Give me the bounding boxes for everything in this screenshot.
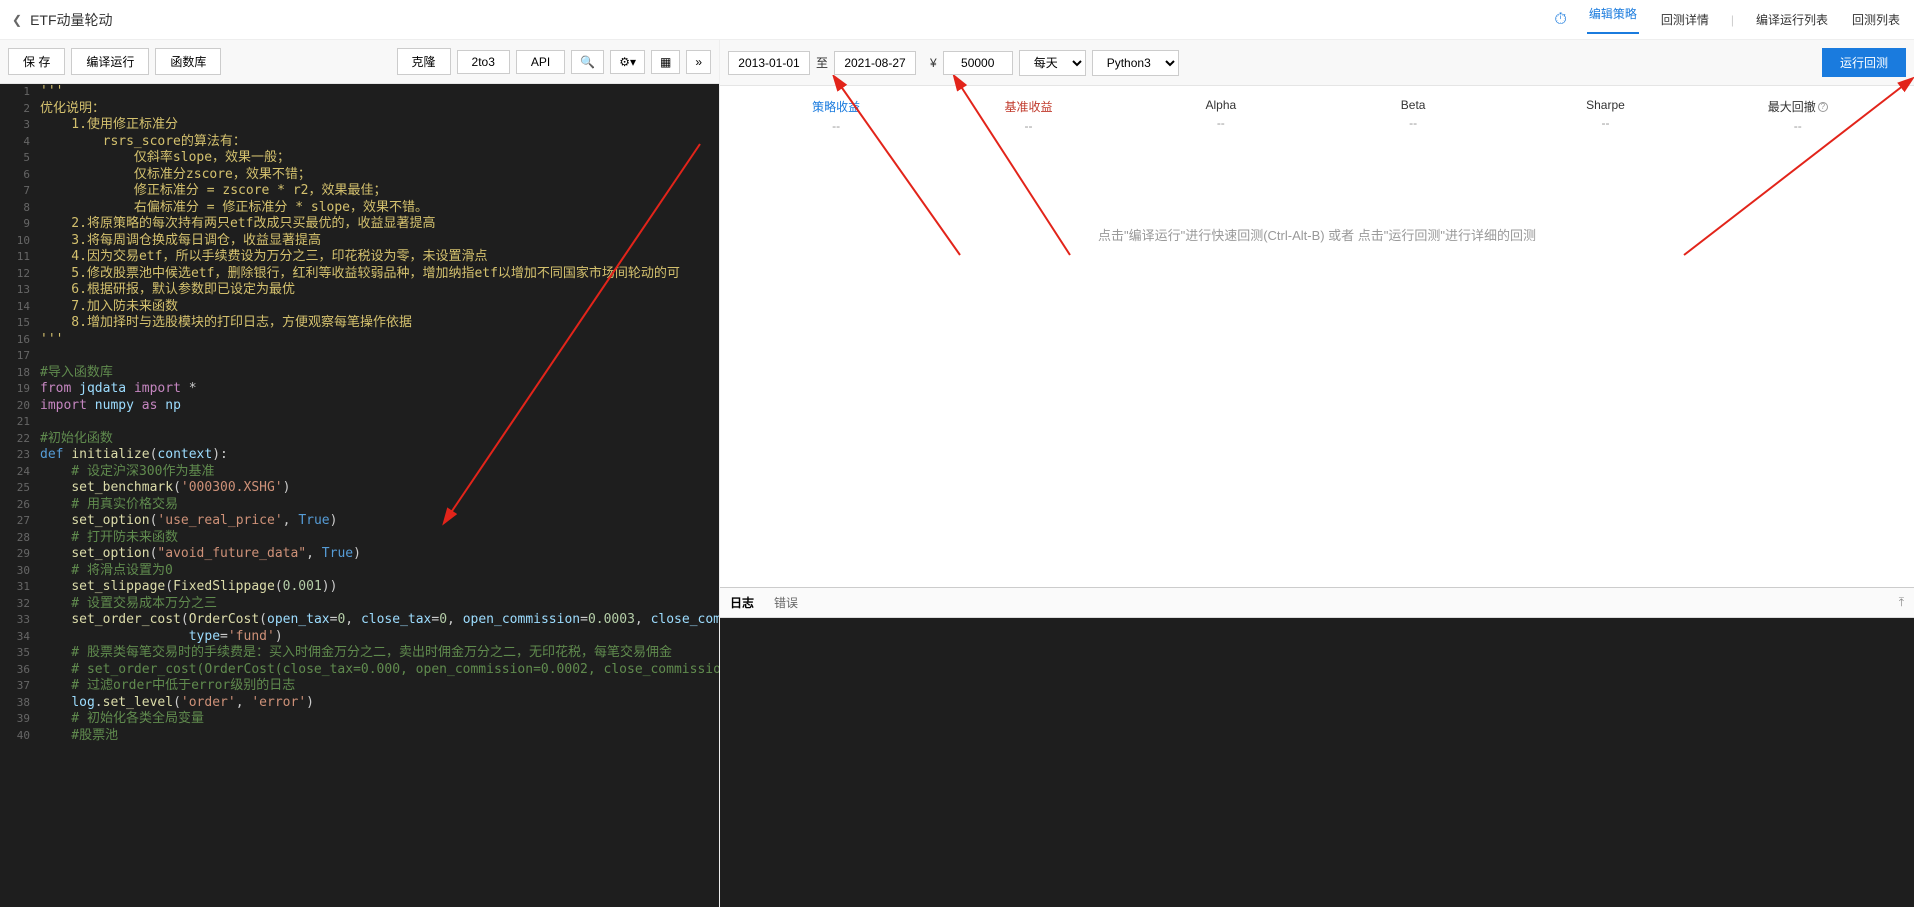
save-button[interactable]: 保 存 bbox=[8, 48, 65, 75]
metric-sharpe: Sharpe bbox=[1509, 98, 1701, 112]
metrics-row: 策略收益-- 基准收益-- Alpha-- Beta-- Sharpe-- 最大… bbox=[720, 86, 1914, 145]
log-tab-error[interactable]: 错误 bbox=[774, 592, 798, 613]
compile-button[interactable]: 编译运行 bbox=[71, 48, 149, 75]
metric-alpha: Alpha bbox=[1125, 98, 1317, 112]
run-backtest-button[interactable]: 运行回测 bbox=[1822, 48, 1906, 77]
timer-icon[interactable]: ⏱ bbox=[1554, 11, 1566, 29]
expand-icon[interactable]: ⤒ bbox=[1899, 595, 1904, 610]
date-from-input[interactable] bbox=[728, 51, 810, 75]
tab-edit-strategy[interactable]: 编辑策略 bbox=[1587, 5, 1639, 34]
search-icon[interactable]: 🔍 bbox=[571, 50, 604, 74]
help-icon[interactable]: ? bbox=[1818, 102, 1828, 112]
tab-backtest-detail[interactable]: 回测详情 bbox=[1659, 11, 1711, 28]
tab-backtest-list[interactable]: 回测列表 bbox=[1850, 11, 1902, 28]
metric-benchmark-return: 基准收益 bbox=[932, 98, 1124, 115]
metric-max-drawdown: 最大回撤? bbox=[1702, 98, 1894, 115]
hint-text: 点击"编译运行"进行快速回测(Ctrl-Alt-B) 或者 点击"运行回测"进行… bbox=[1098, 225, 1536, 244]
api-button[interactable]: API bbox=[516, 50, 565, 74]
currency-symbol: ¥ bbox=[930, 56, 937, 70]
grid-icon[interactable]: ▦ bbox=[651, 50, 680, 74]
date-to-input[interactable] bbox=[834, 51, 916, 75]
params-bar: 至 ¥ 每天 Python3 运行回测 bbox=[720, 40, 1914, 86]
line-gutter: 12345 678910 1112131415 1617181920 21222… bbox=[0, 84, 36, 744]
page-title: ETF动量轮动 bbox=[30, 10, 112, 30]
more-icon[interactable]: » bbox=[686, 50, 711, 74]
date-separator: 至 bbox=[816, 54, 828, 71]
back-icon[interactable]: ❮ bbox=[12, 13, 22, 27]
left-panel: 保 存 编译运行 函数库 克隆 2to3 API 🔍 ⚙▾ ▦ » 12345 … bbox=[0, 40, 720, 907]
capital-input[interactable] bbox=[943, 51, 1013, 75]
hint-area: 点击"编译运行"进行快速回测(Ctrl-Alt-B) 或者 点击"运行回测"进行… bbox=[720, 145, 1914, 587]
tab-compile-list[interactable]: 编译运行列表 bbox=[1754, 11, 1830, 28]
frequency-select[interactable]: 每天 bbox=[1019, 50, 1086, 76]
metric-beta: Beta bbox=[1317, 98, 1509, 112]
language-select[interactable]: Python3 bbox=[1092, 50, 1179, 76]
gear-icon[interactable]: ⚙▾ bbox=[610, 50, 645, 74]
funclib-button[interactable]: 函数库 bbox=[155, 48, 221, 75]
log-body bbox=[720, 618, 1914, 907]
metric-strategy-return: 策略收益 bbox=[740, 98, 932, 115]
editor-toolbar: 保 存 编译运行 函数库 克隆 2to3 API 🔍 ⚙▾ ▦ » bbox=[0, 40, 719, 84]
right-panel: 至 ¥ 每天 Python3 运行回测 策略收益-- 基准收益-- Alpha-… bbox=[720, 40, 1914, 907]
2to3-button[interactable]: 2to3 bbox=[457, 50, 510, 74]
separator: | bbox=[1731, 13, 1734, 27]
log-panel: 日志 错误 ⤒ bbox=[720, 587, 1914, 907]
code-editor[interactable]: 12345 678910 1112131415 1617181920 21222… bbox=[0, 84, 719, 907]
clone-button[interactable]: 克隆 bbox=[397, 48, 451, 75]
header: ❮ ETF动量轮动 ⏱ 编辑策略 回测详情 | 编译运行列表 回测列表 bbox=[0, 0, 1914, 40]
log-tab-log[interactable]: 日志 bbox=[730, 592, 754, 613]
